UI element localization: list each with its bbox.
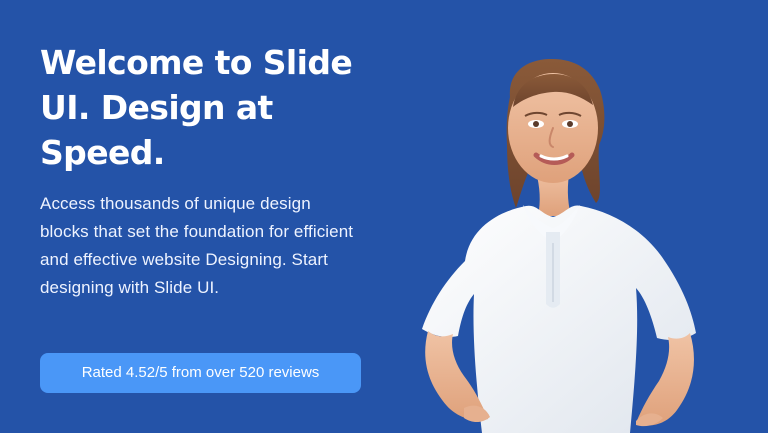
hero-description: Access thousands of unique design blocks…: [40, 194, 354, 297]
hero-headline: Welcome to Slide UI. Design at Speed.: [40, 43, 353, 172]
hero-section: Welcome to Slide UI. Design at Speed. Ac…: [0, 0, 768, 433]
hero-copy: Welcome to Slide UI. Design at Speed. Ac…: [40, 40, 360, 302]
hero-portrait: [404, 52, 714, 433]
rating-cta-button[interactable]: Rated 4.52/5 from over 520 reviews: [40, 353, 361, 393]
